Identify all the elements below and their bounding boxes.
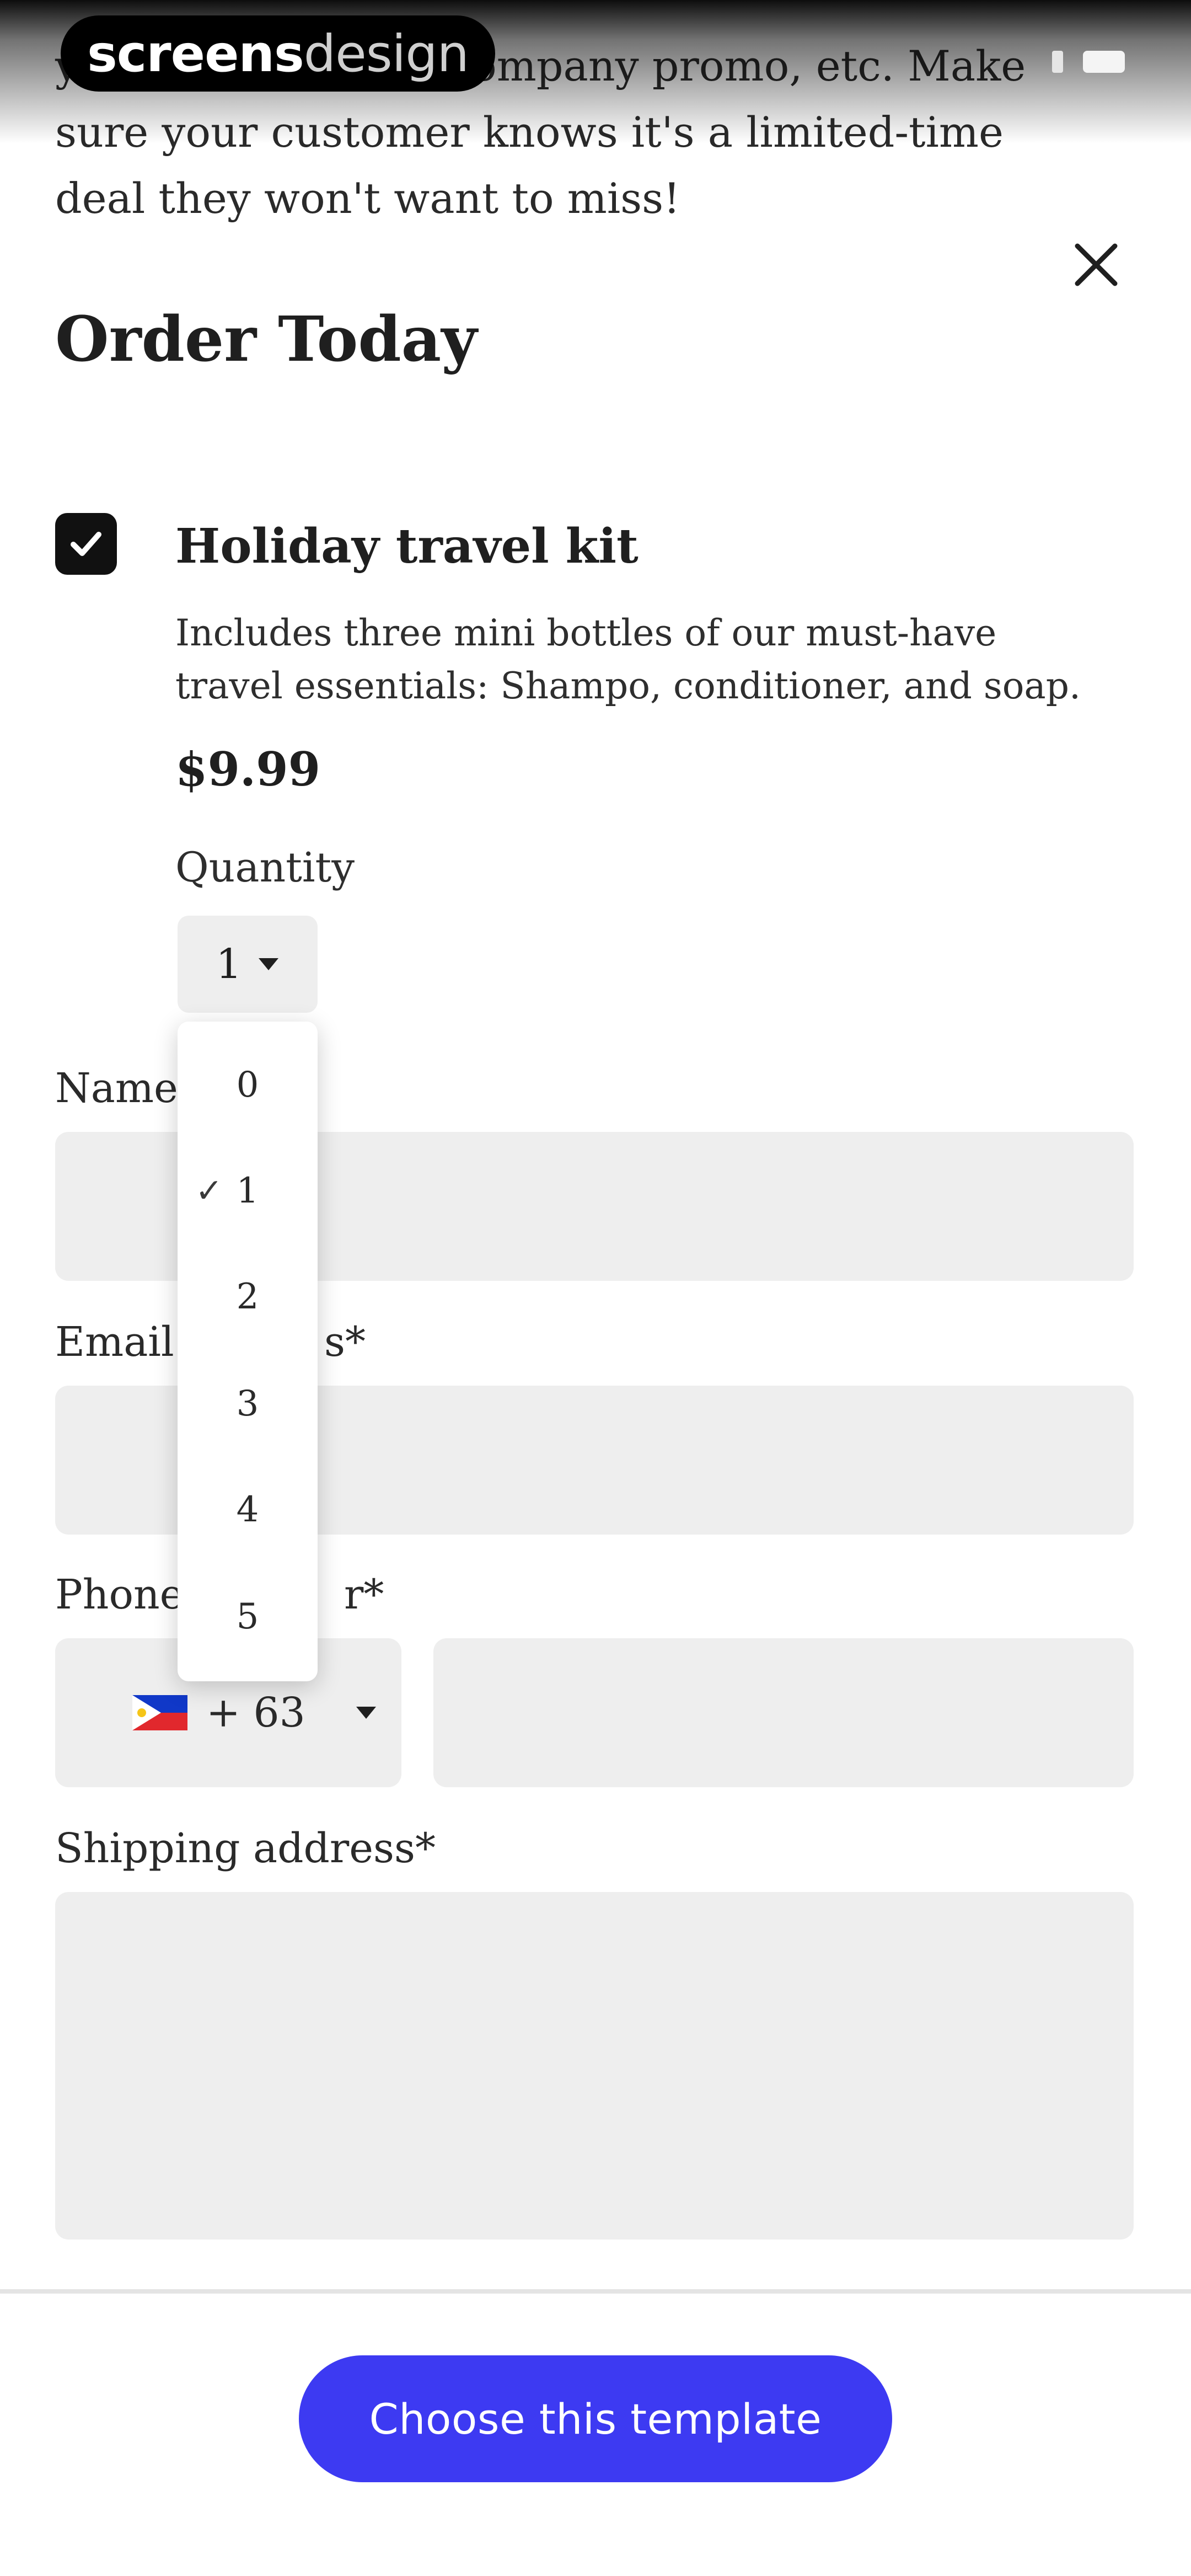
product-checkbox[interactable] [55, 513, 117, 575]
country-code-value: + 63 [206, 1689, 305, 1736]
close-icon [1075, 243, 1118, 286]
quantity-option-label: 2 [236, 1276, 259, 1317]
quantity-option[interactable]: 3 [178, 1351, 318, 1456]
shipping-address-label: Shipping address* [55, 1825, 436, 1872]
name-label: Name [55, 1065, 178, 1112]
country-code-display: + 63 [55, 1689, 377, 1736]
battery-icon [1083, 51, 1125, 73]
logo-bold-text: screens [87, 24, 304, 83]
choose-template-button[interactable]: Choose this template [299, 2355, 892, 2482]
email-label-suffix: s* [324, 1318, 366, 1366]
quantity-selected-value: 1 [216, 940, 242, 988]
screensdesign-logo: screens design [61, 15, 495, 92]
email-label: Email [55, 1318, 174, 1366]
phone-label-text: Phone [55, 1571, 184, 1618]
logo-light-text: design [303, 24, 469, 83]
check-icon: ✓ [195, 1172, 223, 1210]
quantity-option-label: 3 [236, 1383, 259, 1424]
quantity-option[interactable]: 2 [178, 1244, 318, 1349]
page-title: Order Today [55, 303, 478, 376]
quantity-option-label: 4 [236, 1489, 259, 1530]
bottom-divider [0, 2289, 1191, 2294]
quantity-dropdown-menu: 0 ✓ 1 2 3 4 5 [178, 1022, 318, 1681]
caret-down-icon [258, 958, 278, 970]
quantity-option[interactable]: 0 [178, 1033, 318, 1137]
phone-label: Phone [55, 1571, 184, 1618]
phone-number-input[interactable] [433, 1638, 1134, 1787]
philippines-flag-icon [132, 1695, 187, 1730]
quantity-select[interactable]: 1 [178, 916, 318, 1013]
quantity-option[interactable]: 4 [178, 1457, 318, 1562]
quantity-option[interactable]: 5 [178, 1564, 318, 1669]
signal-icon [1052, 51, 1063, 73]
phone-label-suffix: r* [344, 1571, 384, 1618]
shipping-address-textarea[interactable] [55, 1892, 1134, 2240]
quantity-option-label: 1 [236, 1171, 259, 1211]
checkmark-icon [71, 532, 101, 556]
quantity-option-selected[interactable]: ✓ 1 [178, 1139, 318, 1243]
status-bar-icons [1052, 51, 1125, 73]
product-name: Holiday travel kit [175, 519, 639, 574]
screen: your special offer, company promo, etc. … [0, 0, 1191, 2576]
email-label-text: Email [55, 1318, 174, 1366]
close-button[interactable] [1063, 232, 1129, 298]
product-price: $9.99 [175, 742, 321, 797]
product-description: Includes three mini bottles of our must-… [175, 612, 1081, 707]
caret-down-icon [356, 1707, 376, 1719]
quantity-option-label: 0 [236, 1065, 259, 1105]
quantity-label: Quantity [175, 844, 355, 891]
quantity-option-label: 5 [236, 1596, 259, 1637]
